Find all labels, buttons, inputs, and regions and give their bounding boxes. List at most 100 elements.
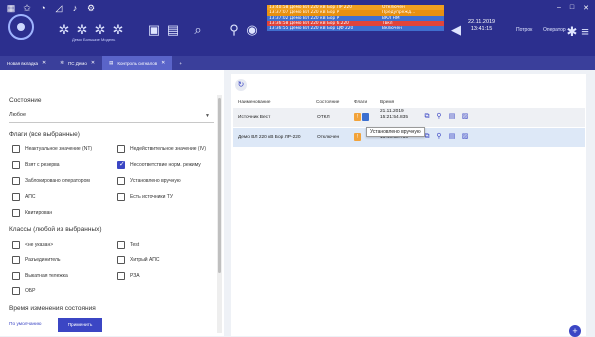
grid-icon[interactable]: ▦ [6,3,16,13]
document-icon[interactable]: ▤ [165,22,181,38]
default-button[interactable]: По умолчанию [9,322,41,327]
signal-icon[interactable]: ⚲ [226,22,242,38]
document-icon[interactable]: ▤ [448,133,456,141]
menu-icon[interactable]: ≡ [577,24,593,40]
close-icon[interactable]: ✕ [42,60,46,66]
tab-new[interactable]: Новая вкладка ✕ [0,56,53,70]
tab-signal-control[interactable]: ▤ Контроль сигналов ✕ [102,56,173,70]
state-select[interactable]: Любое ▼ [9,109,214,123]
plus-icon: + [179,60,182,66]
table-row[interactable]: Источник Вест ОТКЛ ! 21.11.2019 15:21:54… [233,108,585,127]
checkbox-box[interactable] [12,177,20,185]
checkbox-box[interactable] [117,160,125,169]
class-checkbox[interactable]: <не указан> [12,241,53,249]
maximize-icon[interactable]: □ [570,4,574,12]
help-link[interactable]: Потрок [516,27,532,33]
event-row[interactable]: 13:36:55 Демо ВЛ 220 кВ Бор ЦФ 220 Включе… [267,26,444,32]
save-icon[interactable]: ▣ [146,22,162,38]
gauge-icon[interactable]: ◉ [244,22,260,38]
close-icon[interactable]: ✕ [91,60,95,66]
close-icon[interactable]: ✕ [161,60,165,66]
row-name: Демо ВЛ 220 кВ Бор ЛР-220 [238,135,301,140]
flag-checkbox[interactable]: Квитирован [12,209,52,217]
checkbox-box[interactable] [117,241,125,249]
class-checkbox[interactable]: ОБР [12,287,36,295]
checkbox-label: <не указан> [25,242,54,248]
chart-icon[interactable]: ◿ [54,3,64,13]
column-header-time[interactable]: Время [380,99,394,104]
checkbox-label: Установлено вручную [130,178,181,184]
tree-icon[interactable]: ✲ [92,22,108,38]
copy-icon[interactable]: ⧉ [423,113,431,121]
document-icon[interactable]: ▤ [448,113,456,121]
search-icon[interactable]: ⌕ [190,22,206,38]
row-timestamp: 21.11.2019 15:21:54.835 [380,109,408,121]
flag-checkbox[interactable]: Есть источники ТУ [117,193,173,201]
checkbox-box[interactable] [12,241,20,249]
checkbox-box[interactable] [117,256,125,264]
column-header-flags[interactable]: Флаги [354,99,367,104]
class-checkbox[interactable]: Хитрый АПС [117,256,159,264]
flag-checkbox[interactable]: Установлено вручную [117,177,181,185]
filter-scrollbar[interactable] [217,95,222,333]
refresh-icon[interactable]: ↻ [235,79,247,91]
close-icon[interactable]: ✕ [583,4,589,12]
column-header-name[interactable]: Наименование [238,99,271,104]
column-header-state[interactable]: Состояние [316,99,339,104]
warning-flag-icon[interactable]: ! [354,113,361,121]
checkbox-label: Есть источники ТУ [130,194,174,200]
sound-icon[interactable]: ♪ [70,3,80,13]
operator-link[interactable]: Оператор [543,27,566,33]
checkbox-box[interactable] [12,193,20,201]
panel-gutter [586,70,595,336]
row-time: 15:21:54.835 [380,115,409,120]
tree-icon[interactable]: ✲ [56,22,72,38]
flag-checkbox[interactable]: АПС [12,193,35,201]
scrollbar-thumb[interactable] [218,98,221,273]
checkbox-box[interactable] [117,145,125,153]
manual-flag-icon[interactable] [362,113,369,121]
checkbox-box[interactable] [12,272,20,280]
minimize-icon[interactable]: – [557,4,561,12]
tab-label: Контроль сигналов [117,60,158,66]
state-title: Состояние [9,97,42,104]
speaker-icon[interactable]: ◀ [448,22,464,38]
checkbox-box[interactable] [12,209,20,217]
add-button[interactable]: + [569,325,581,337]
tree-icon[interactable]: ✲ [110,22,126,38]
star-icon[interactable]: ✩ [22,3,32,13]
class-checkbox[interactable]: Выкатная тележка [12,272,68,280]
flag-checkbox[interactable]: Взят с резерва [12,161,60,169]
settings-icon[interactable]: ⚙ [86,3,96,13]
checkbox-box[interactable] [12,145,20,153]
location-icon[interactable]: ⚲ [435,113,443,121]
checkbox-box[interactable] [117,193,125,201]
warning-flag-icon[interactable]: ! [354,133,361,141]
flag-checkbox[interactable]: Заблокировано оператором [12,177,90,185]
image-icon[interactable]: ▨ [461,113,469,121]
class-checkbox[interactable]: Разъединитель [12,256,61,264]
checkbox-box[interactable] [117,177,125,185]
history-icon[interactable]: ◔ [38,3,48,13]
event-text: Демо ВЛ 220 кВ Бор ЛР 220 [289,5,353,10]
event-log[interactable]: 13:40:58 Демо ВЛ 220 кВ Бор ЛР 220 Отключ… [267,5,444,38]
checkbox-box[interactable] [12,287,20,295]
image-icon[interactable]: ▨ [461,133,469,141]
class-checkbox[interactable]: РЗА [117,272,140,280]
class-checkbox[interactable]: Test [117,241,139,249]
tab-ps-demo[interactable]: ✲ ПС Демо ✕ [53,56,102,70]
checkbox-box[interactable] [12,161,20,169]
checkbox-label: Выкатная тележка [25,273,68,279]
signal-icon: ▤ [109,60,114,65]
row-state: Отключен [317,135,340,140]
checkbox-box[interactable] [117,272,125,280]
flag-checkbox[interactable]: Недействительное значение (IV) [117,145,206,153]
apply-button[interactable]: Применить [58,318,102,332]
tree-icon[interactable]: ✲ [74,22,90,38]
flag-checkbox[interactable]: Неактуальное значение (NT) [12,145,92,153]
checkbox-box[interactable] [12,256,20,264]
flag-checkbox[interactable]: Несоответствие норм. режиму [117,160,201,169]
add-tab-button[interactable]: + [172,56,189,70]
model-caption: Демо Большие Модель [72,37,116,42]
location-icon[interactable]: ⚲ [435,133,443,141]
